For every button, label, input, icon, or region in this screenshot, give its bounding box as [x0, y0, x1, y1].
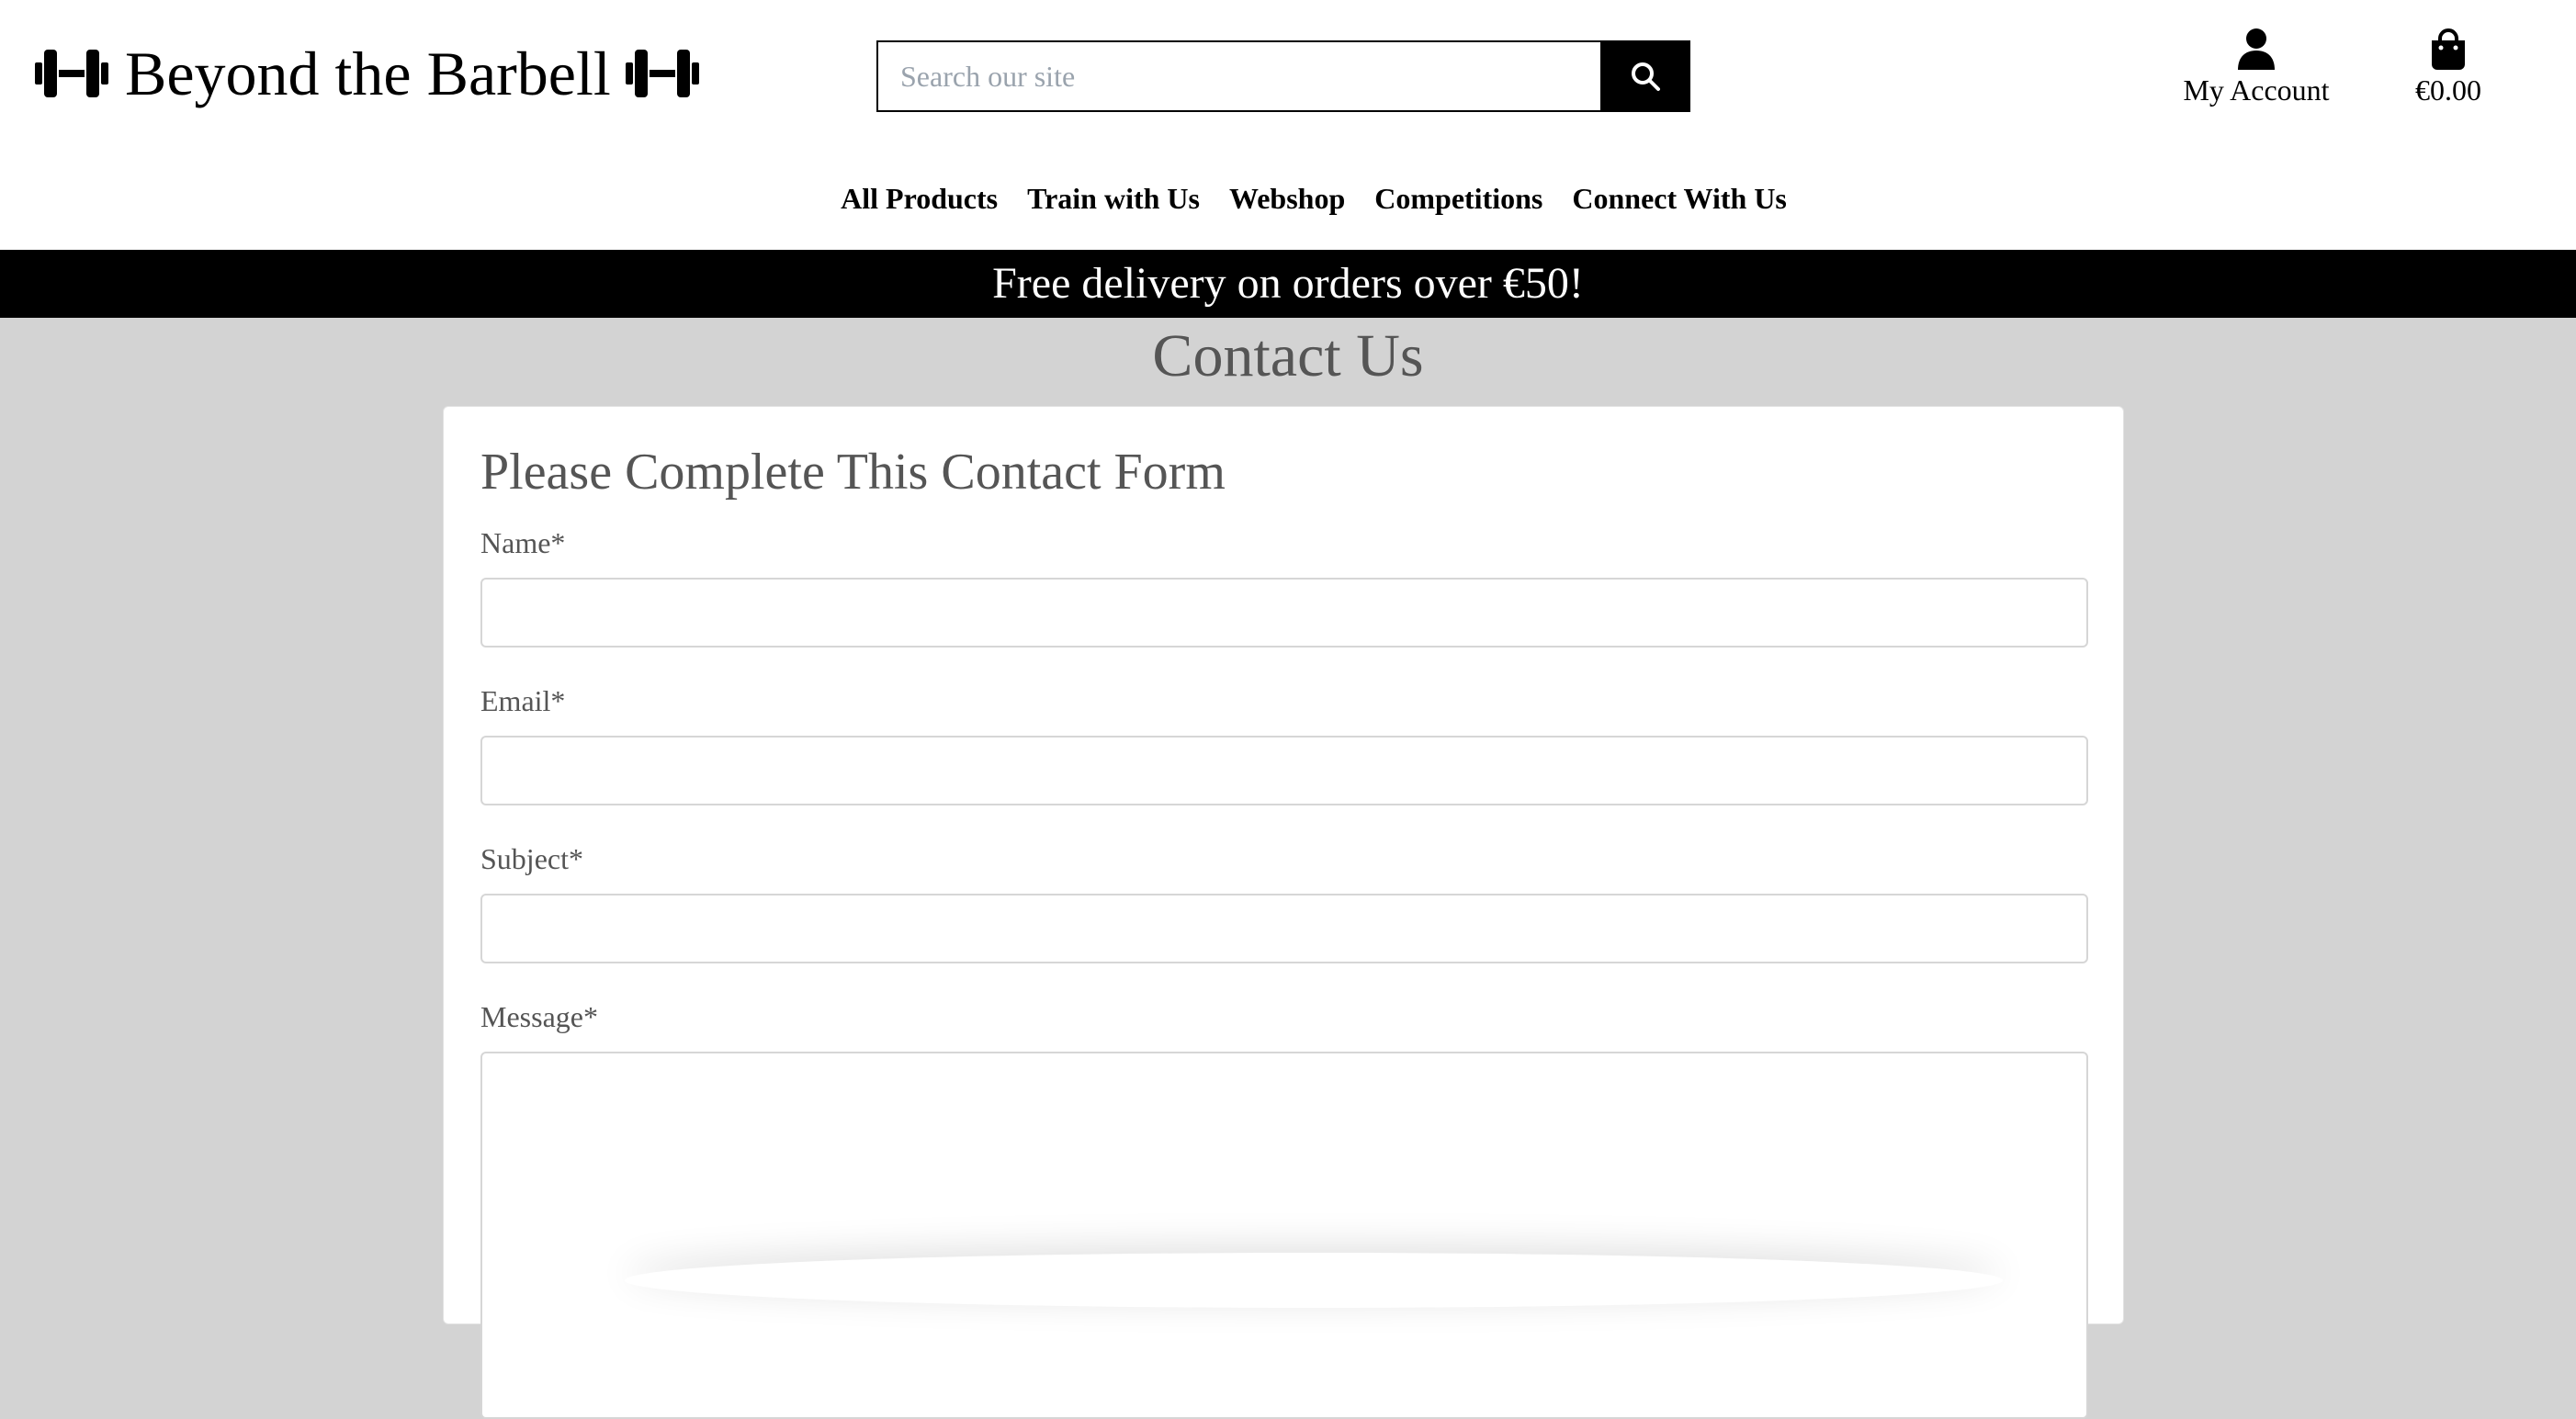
shopping-bag-icon — [2428, 28, 2469, 70]
subject-field[interactable] — [480, 894, 2088, 963]
logo-text: Beyond the Barbell — [125, 39, 611, 108]
cart-total: €0.00 — [2415, 73, 2481, 107]
contact-form-card: Please Complete This Contact Form Name* … — [443, 406, 2124, 1419]
page-title: Contact Us — [1152, 322, 1424, 389]
message-field[interactable] — [480, 1052, 2088, 1419]
my-account-link[interactable]: My Account — [2166, 28, 2346, 116]
dumbbell-icon — [625, 44, 699, 103]
email-field[interactable] — [480, 736, 2088, 805]
dumbbell-icon — [35, 44, 108, 103]
site-header: Beyond the Barbell Search our site My Ac… — [0, 0, 2576, 250]
nav-item-train-with-us[interactable]: Train with Us — [1027, 175, 1200, 222]
nav-item-webshop[interactable]: Webshop — [1229, 175, 1345, 222]
message-label: Message* — [480, 1000, 598, 1033]
search-input[interactable] — [876, 40, 1600, 112]
my-account-label: My Account — [2183, 73, 2330, 107]
search-button[interactable] — [1600, 40, 1690, 112]
main-nav: All Products Train with Us Webshop Compe… — [0, 175, 2576, 222]
search-icon — [1629, 60, 1662, 93]
nav-item-connect-with-us[interactable]: Connect With Us — [1572, 175, 1787, 222]
name-label: Name* — [480, 526, 566, 559]
cart-link[interactable]: €0.00 — [2398, 28, 2499, 116]
nav-item-competitions[interactable]: Competitions — [1374, 175, 1542, 222]
nav-item-all-products[interactable]: All Products — [841, 175, 998, 222]
delivery-banner: Free delivery on orders over €50! — [0, 250, 2576, 318]
subject-label: Subject* — [480, 842, 583, 875]
search-form — [876, 40, 1690, 112]
form-heading: Please Complete This Contact Form — [480, 444, 1226, 501]
email-label: Email* — [480, 684, 566, 717]
site-logo[interactable]: Beyond the Barbell — [35, 35, 699, 112]
name-field[interactable] — [480, 578, 2088, 648]
user-icon — [2236, 28, 2277, 70]
